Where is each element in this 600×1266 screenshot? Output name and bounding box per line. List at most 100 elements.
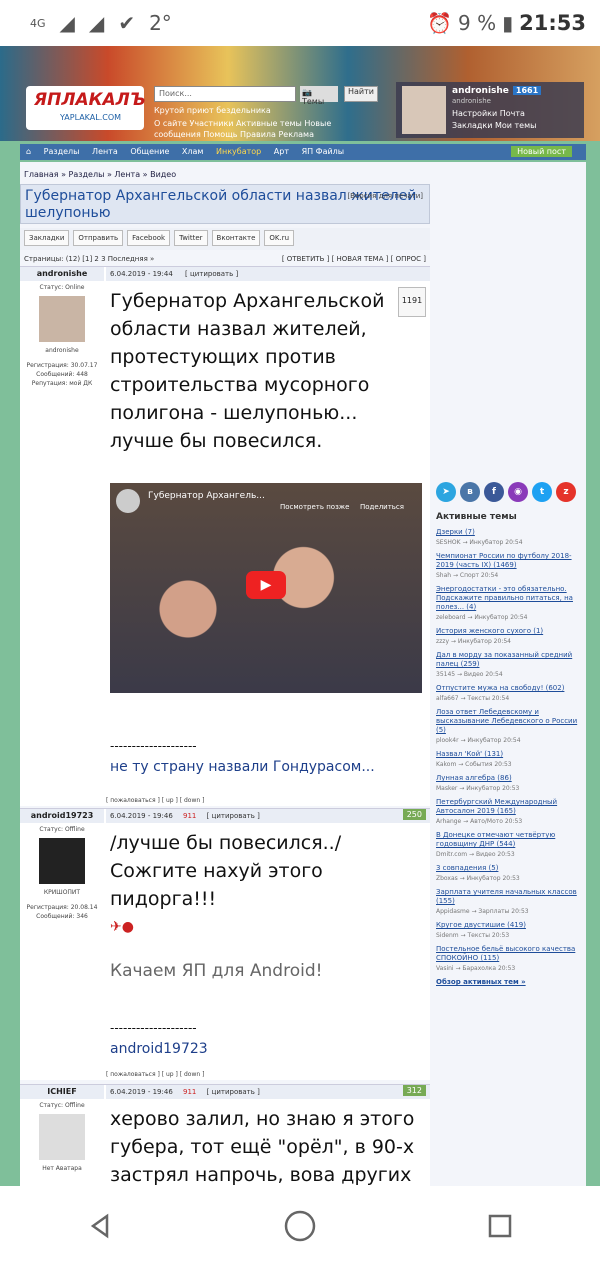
telegram-icon[interactable]: ➤ (436, 482, 456, 502)
share-ok[interactable]: OK.ru (264, 230, 295, 246)
smiley-icon: ✈● (110, 919, 134, 935)
list-item[interactable]: В Донецке отмечают четвёртую годовщину Д… (436, 831, 586, 858)
nav-item[interactable]: Общение (130, 147, 169, 156)
user-panel: andronishe 1661 andronishe Настройки Почт… (396, 82, 584, 138)
share-video-button[interactable]: Поделиться (360, 503, 404, 511)
post-author[interactable]: android19723 (20, 809, 104, 823)
quote-button[interactable]: [ цитировать ] (207, 812, 260, 820)
list-item[interactable]: 3 совпадения (5) Zboxas → Инкубатор 20:53 (436, 864, 586, 882)
share-bookmarks[interactable]: Закладки (24, 230, 70, 246)
search-topics-select[interactable]: 📷 Темы (300, 86, 338, 106)
signature: не ту страну назвали Гондурасом... (110, 759, 375, 775)
search-button[interactable]: Найти (344, 86, 378, 102)
recents-icon[interactable] (476, 1202, 524, 1250)
topic-actions[interactable]: [ ОТВЕТИТЬ ] [ НОВАЯ ТЕМА ] [ ОПРОС ] (282, 255, 426, 263)
list-item[interactable]: Кругое двустишие (419) Sidenm → Тексты 20… (436, 921, 586, 939)
user-avatar[interactable] (402, 86, 446, 134)
avatar[interactable] (39, 1114, 85, 1160)
site-header: ЯПЛАКАЛЪ YAPLAKAL.COM Поиск... 📷 Темы На… (0, 46, 600, 141)
back-icon[interactable] (76, 1202, 124, 1250)
list-item[interactable]: Петербургский Международный Автосалон 20… (436, 798, 586, 825)
quote-button[interactable]: [ цитировать ] (207, 1088, 260, 1096)
zen-icon[interactable]: z (556, 482, 576, 502)
avatar[interactable] (39, 296, 85, 342)
site-logo[interactable]: ЯПЛАКАЛЪ YAPLAKAL.COM (26, 86, 146, 130)
new-post-button[interactable]: Новый пост (511, 146, 572, 157)
post-footer[interactable]: [ пожаловаться ] [ up ] [ down ] (106, 1071, 204, 1083)
user-links[interactable]: Настройки Почта Закладки Мои темы (452, 108, 562, 132)
post-rating[interactable]: 1191 (398, 287, 426, 317)
user-status: Статус: Offline (39, 1102, 85, 1109)
social-icons: ➤ в f ◉ t z (436, 482, 586, 502)
share-vk[interactable]: Вконтакте (211, 230, 261, 246)
share-send[interactable]: Отправить (73, 230, 124, 246)
share-bar: Закладки Отправить Facebook Twitter Вкон… (20, 228, 430, 250)
home-icon[interactable]: ⌂ (26, 147, 31, 156)
logo-text: ЯПЛАКАЛЪ (34, 90, 146, 110)
logo-subtext: YAPLAKAL.COM (60, 113, 122, 122)
avatar-label: Нет Аватара (42, 1165, 82, 1172)
sidebar: ➤ в f ◉ t z Активные темы Дзерки (7) SESH… (436, 482, 586, 986)
android-status-bar: 4G ◢ ◢ ✔ 2° ⏰ 9 % ▮ 21:53 (0, 0, 600, 46)
share-facebook[interactable]: Facebook (127, 230, 171, 246)
post-body: 1191 Губернатор Архангельской области на… (110, 287, 428, 775)
post: ICHIEF 6.04.2019 - 19:46 911 [ цитироват… (20, 1084, 430, 1186)
user-status: Статус: Online (39, 284, 85, 291)
nav-item[interactable]: Арт (274, 147, 289, 156)
twitter-icon[interactable]: t (532, 482, 552, 502)
signature: android19723 (110, 1041, 208, 1057)
nav-item[interactable]: Лента (92, 147, 118, 156)
home-button-icon[interactable] (276, 1202, 324, 1250)
post-text: Губернатор Архангельской области назвал … (110, 290, 385, 452)
post-header: 6.04.2019 - 19:44 [ цитировать ] (106, 267, 430, 281)
post-date: 6.04.2019 - 19:44 (110, 270, 173, 278)
post-author[interactable]: ICHIEF (20, 1085, 104, 1099)
header-links[interactable]: О сайте Участники Активные темы Новые со… (154, 118, 374, 140)
list-item[interactable]: Отпустите мужа на свободу! (602) alfa667 … (436, 684, 586, 702)
user-status: Статус: Offline (39, 826, 85, 833)
vk-icon[interactable]: в (460, 482, 480, 502)
nav-item[interactable]: Разделы (44, 147, 80, 156)
post-text: херово залил, но знаю я этого губера, то… (110, 1108, 415, 1186)
user-info: Статус: Offline КРИШОПИТ Регистрация: 20… (20, 825, 104, 921)
print-version-link[interactable]: [Версия для печати] (347, 188, 423, 205)
avatar[interactable] (39, 838, 85, 884)
topic-title-box: Губернатор Архангельской области назвал … (20, 184, 430, 224)
share-twitter[interactable]: Twitter (174, 230, 208, 246)
breadcrumb[interactable]: Главная » Разделы » Лента » Видео (24, 170, 176, 179)
list-item[interactable]: Постельное бельё высокого качества СПОКО… (436, 945, 586, 972)
watch-later-button[interactable]: Посмотреть позже (280, 503, 349, 511)
list-item[interactable]: Чемпионат России по футболу 2018-2019 (ч… (436, 552, 586, 579)
list-item[interactable]: Дал в морду за показанный средний палец … (436, 651, 586, 678)
list-item[interactable]: Дзерки (7) SESHOK → Инкубатор 20:54 (436, 528, 586, 546)
list-item[interactable]: Назвал 'Кой' (131) Kakom → События 20:53 (436, 750, 586, 768)
facebook-icon[interactable]: f (484, 482, 504, 502)
video-embed[interactable]: Губернатор Архангель... Посмотреть позже… (110, 483, 422, 693)
more-active-topics-link[interactable]: Обзор активных тем » (436, 978, 586, 986)
list-item[interactable]: История женского сухого (1) zzzy → Инкуба… (436, 627, 586, 645)
nav-item[interactable]: ЯП Файлы (302, 147, 345, 156)
quote-button[interactable]: [ цитировать ] (185, 270, 238, 278)
nav-item[interactable]: Инкубатор (216, 147, 261, 156)
nav-item[interactable]: Хлам (182, 147, 204, 156)
username[interactable]: andronishe 1661 (452, 86, 542, 96)
search-input[interactable]: Поиск... (154, 86, 296, 102)
video-title: Губернатор Архангель... (148, 491, 265, 501)
post-rating[interactable]: 312 (402, 1085, 426, 1096)
battery-icon: ▮ (502, 11, 514, 35)
play-icon[interactable]: ▶ (246, 571, 286, 599)
rating-count: 911 (183, 1088, 197, 1096)
instagram-icon[interactable]: ◉ (508, 482, 528, 502)
list-item[interactable]: Лунная алгебра (86) Masker → Инкубатор 20… (436, 774, 586, 792)
android-promo[interactable]: Качаем ЯП для Android! (110, 961, 428, 981)
list-item[interactable]: Зарплата учителя начальных классов (155)… (436, 888, 586, 915)
post-author[interactable]: andronishe (20, 267, 104, 281)
network-label: 4G (30, 16, 46, 30)
list-item[interactable]: Лоза ответ Лебедевскому и высказывание Л… (436, 708, 586, 744)
browser-viewport: ЯПЛАКАЛЪ YAPLAKAL.COM Поиск... 📷 Темы На… (0, 46, 600, 1186)
list-item[interactable]: Энергодостатки - это обязательно. Подска… (436, 585, 586, 621)
forum-page: Главная » Разделы » Лента » Видео Губерн… (20, 162, 586, 1186)
post: andronishe 6.04.2019 - 19:44 [ цитироват… (20, 266, 430, 806)
pagination[interactable]: Страницы: (12) [1] 2 3 Последняя » (24, 255, 154, 263)
post-rating[interactable]: 250 (402, 809, 426, 820)
